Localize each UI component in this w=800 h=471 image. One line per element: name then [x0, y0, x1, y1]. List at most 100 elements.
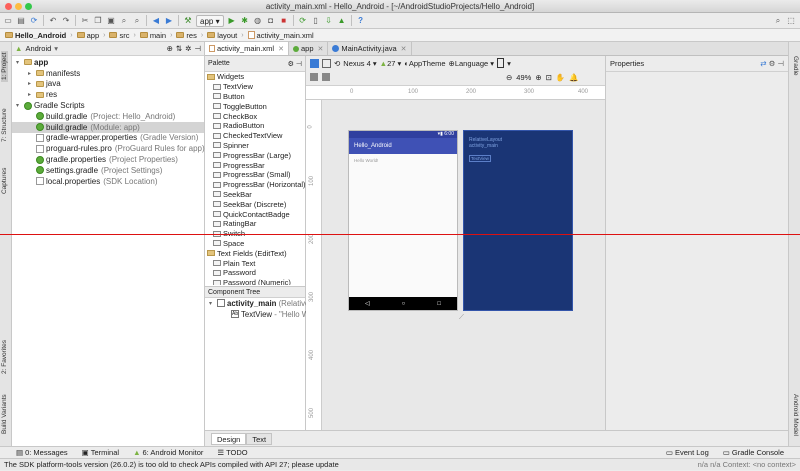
- project-tree-item[interactable]: settings.gradle (Project Settings): [12, 165, 204, 176]
- debug-icon[interactable]: ✱: [240, 16, 250, 26]
- tab-captures[interactable]: Captures: [1, 168, 8, 194]
- gear-icon[interactable]: ✲: [185, 44, 191, 53]
- sync-scroll-icon[interactable]: ⊕: [167, 44, 173, 53]
- zoom-fit-icon[interactable]: ⊡: [546, 73, 552, 82]
- palette-item[interactable]: ProgressBar (Large): [205, 150, 305, 160]
- run-config-select[interactable]: app ▾: [196, 14, 224, 27]
- tree-node-root[interactable]: ▾ activity_main (RelativeLayout): [205, 298, 335, 309]
- tool-todo[interactable]: ☰ TODO: [217, 448, 247, 457]
- breadcrumb-item[interactable]: src: [106, 29, 132, 41]
- open-folder-icon[interactable]: ▭: [3, 16, 13, 26]
- palette-item[interactable]: CheckedTextView: [205, 131, 305, 141]
- close-icon[interactable]: ✕: [401, 45, 407, 53]
- palette-item[interactable]: RadioButton: [205, 121, 305, 131]
- autoconnect-icon[interactable]: [322, 73, 330, 81]
- close-icon[interactable]: ✕: [278, 45, 284, 53]
- palette-item[interactable]: CheckBox: [205, 111, 305, 121]
- palette-item[interactable]: ToggleButton: [205, 101, 305, 111]
- palette-item[interactable]: ProgressBar (Horizontal): [205, 180, 305, 190]
- tree-node-textview[interactable]: Ab TextView - "Hello World!": [205, 309, 327, 320]
- show-constraints-icon[interactable]: [310, 73, 318, 81]
- avd-manager-icon[interactable]: ▯: [311, 16, 321, 26]
- warnings-icon[interactable]: 🔔: [569, 73, 578, 82]
- project-tree-item[interactable]: ▸ res: [12, 89, 204, 100]
- project-view-select[interactable]: Android: [25, 44, 51, 53]
- undo-icon[interactable]: ↶: [48, 16, 58, 26]
- tab-gradle[interactable]: Gradle: [792, 56, 799, 76]
- maximize-window-button[interactable]: [25, 3, 32, 10]
- hide-panel-icon[interactable]: ⊣: [194, 44, 201, 53]
- palette-category[interactable]: Text Fields (EditText): [205, 248, 305, 258]
- tab-text[interactable]: Text: [246, 433, 273, 445]
- find-icon[interactable]: ⌕: [119, 16, 129, 26]
- palette-item[interactable]: ProgressBar (Small): [205, 170, 305, 180]
- project-tree-item[interactable]: local.properties (SDK Location): [12, 176, 204, 187]
- project-tree-item[interactable]: ▾ Gradle Scripts: [12, 100, 204, 111]
- paste-icon[interactable]: ▣: [106, 16, 116, 26]
- tab-main-activity-java[interactable]: MainActivity.java ✕: [328, 42, 412, 55]
- make-project-icon[interactable]: ⚒: [183, 16, 193, 26]
- attach-debugger-icon[interactable]: ◘: [266, 16, 276, 26]
- breadcrumb-item[interactable]: Hello_Android: [2, 29, 69, 41]
- minimize-window-button[interactable]: [15, 3, 22, 10]
- tab-favorites[interactable]: 2: Favorites: [1, 340, 8, 374]
- expand-toggle-icon[interactable]: ▾: [16, 59, 24, 66]
- close-icon[interactable]: ✕: [318, 45, 324, 53]
- tab-activity-main-xml[interactable]: activity_main.xml ✕: [205, 42, 289, 55]
- save-all-icon[interactable]: ▤: [16, 16, 26, 26]
- palette-options-icon[interactable]: ⚙ ⊣: [288, 60, 302, 68]
- tab-project[interactable]: 1: Project: [1, 50, 8, 82]
- design-surface-icon[interactable]: [310, 58, 319, 68]
- tool-messages[interactable]: ▤ 0: Messages: [16, 448, 68, 457]
- theme-select[interactable]: ◐AppTheme: [404, 59, 445, 68]
- palette-item[interactable]: QuickContactBadge: [205, 209, 305, 219]
- sync-icon[interactable]: ⟳: [29, 16, 39, 26]
- zoom-out-icon[interactable]: ⊖: [506, 73, 512, 82]
- phone-preview[interactable]: ▾▮ 6:00 Hello_Android Hello World! ◁ ○ □: [348, 130, 458, 311]
- project-tree-item[interactable]: ▾ app: [12, 57, 204, 68]
- properties-options-icon[interactable]: ⇄ ⚙ ⊣: [760, 59, 784, 68]
- breadcrumb-item[interactable]: activity_main.xml: [245, 29, 317, 41]
- help-icon[interactable]: ?: [356, 16, 366, 26]
- sdk-manager-icon[interactable]: ⇩: [324, 16, 334, 26]
- palette-item[interactable]: RatingBar: [205, 219, 305, 229]
- copy-icon[interactable]: ❐: [93, 16, 103, 26]
- palette-item[interactable]: TextView: [205, 82, 305, 92]
- expand-toggle-icon[interactable]: ▸: [28, 91, 36, 98]
- tab-structure[interactable]: 7: Structure: [1, 108, 8, 142]
- pan-icon[interactable]: ✋: [556, 73, 565, 82]
- gradle-sync-icon[interactable]: ⟳: [298, 16, 308, 26]
- tool-event-log[interactable]: ▭ Event Log: [666, 448, 709, 457]
- device-select[interactable]: Nexus 4 ▾: [343, 59, 376, 68]
- palette-item[interactable]: Password: [205, 268, 305, 278]
- breadcrumb-item[interactable]: app: [74, 29, 103, 41]
- blueprint-textview[interactable]: TextView: [469, 155, 491, 162]
- project-tree-item[interactable]: ▸ java: [12, 79, 204, 90]
- blueprint-icon[interactable]: [322, 58, 331, 68]
- palette-item[interactable]: ProgressBar: [205, 160, 305, 170]
- project-tree-item[interactable]: build.gradle (Project: Hello_Android): [12, 111, 204, 122]
- profile-icon[interactable]: ◍: [253, 16, 263, 26]
- tab-design[interactable]: Design: [211, 433, 247, 445]
- layout-variants-icon[interactable]: [497, 58, 505, 68]
- run-icon[interactable]: ▶: [227, 16, 237, 26]
- redo-icon[interactable]: ↷: [61, 16, 71, 26]
- design-canvas[interactable]: 0 100 200 300 400 0 100 200 300 400 500 …: [306, 86, 605, 430]
- breadcrumb-item[interactable]: res: [173, 29, 199, 41]
- project-tree-item[interactable]: build.gradle (Module: app): [12, 121, 204, 133]
- collapse-all-icon[interactable]: ⇅: [176, 44, 182, 53]
- back-icon[interactable]: ◀: [151, 16, 161, 26]
- palette-category[interactable]: Widgets: [205, 72, 305, 82]
- language-select[interactable]: ⊕Language ▾: [449, 59, 495, 68]
- tool-gradle-console[interactable]: ▭ Gradle Console: [723, 448, 784, 457]
- project-tree-item[interactable]: gradle.properties (Project Properties): [12, 154, 204, 165]
- forward-icon[interactable]: ▶: [164, 16, 174, 26]
- breadcrumb-item[interactable]: main: [137, 29, 169, 41]
- tool-terminal[interactable]: ▣ Terminal: [82, 448, 119, 457]
- tab-app[interactable]: app ✕: [289, 42, 329, 55]
- stop-icon[interactable]: ■: [279, 16, 289, 26]
- close-window-button[interactable]: [5, 3, 12, 10]
- resize-handle-icon[interactable]: ⟋: [459, 314, 464, 322]
- hello-world-text[interactable]: Hello World!: [349, 154, 457, 167]
- project-tree-item[interactable]: ▸ manifests: [12, 68, 204, 79]
